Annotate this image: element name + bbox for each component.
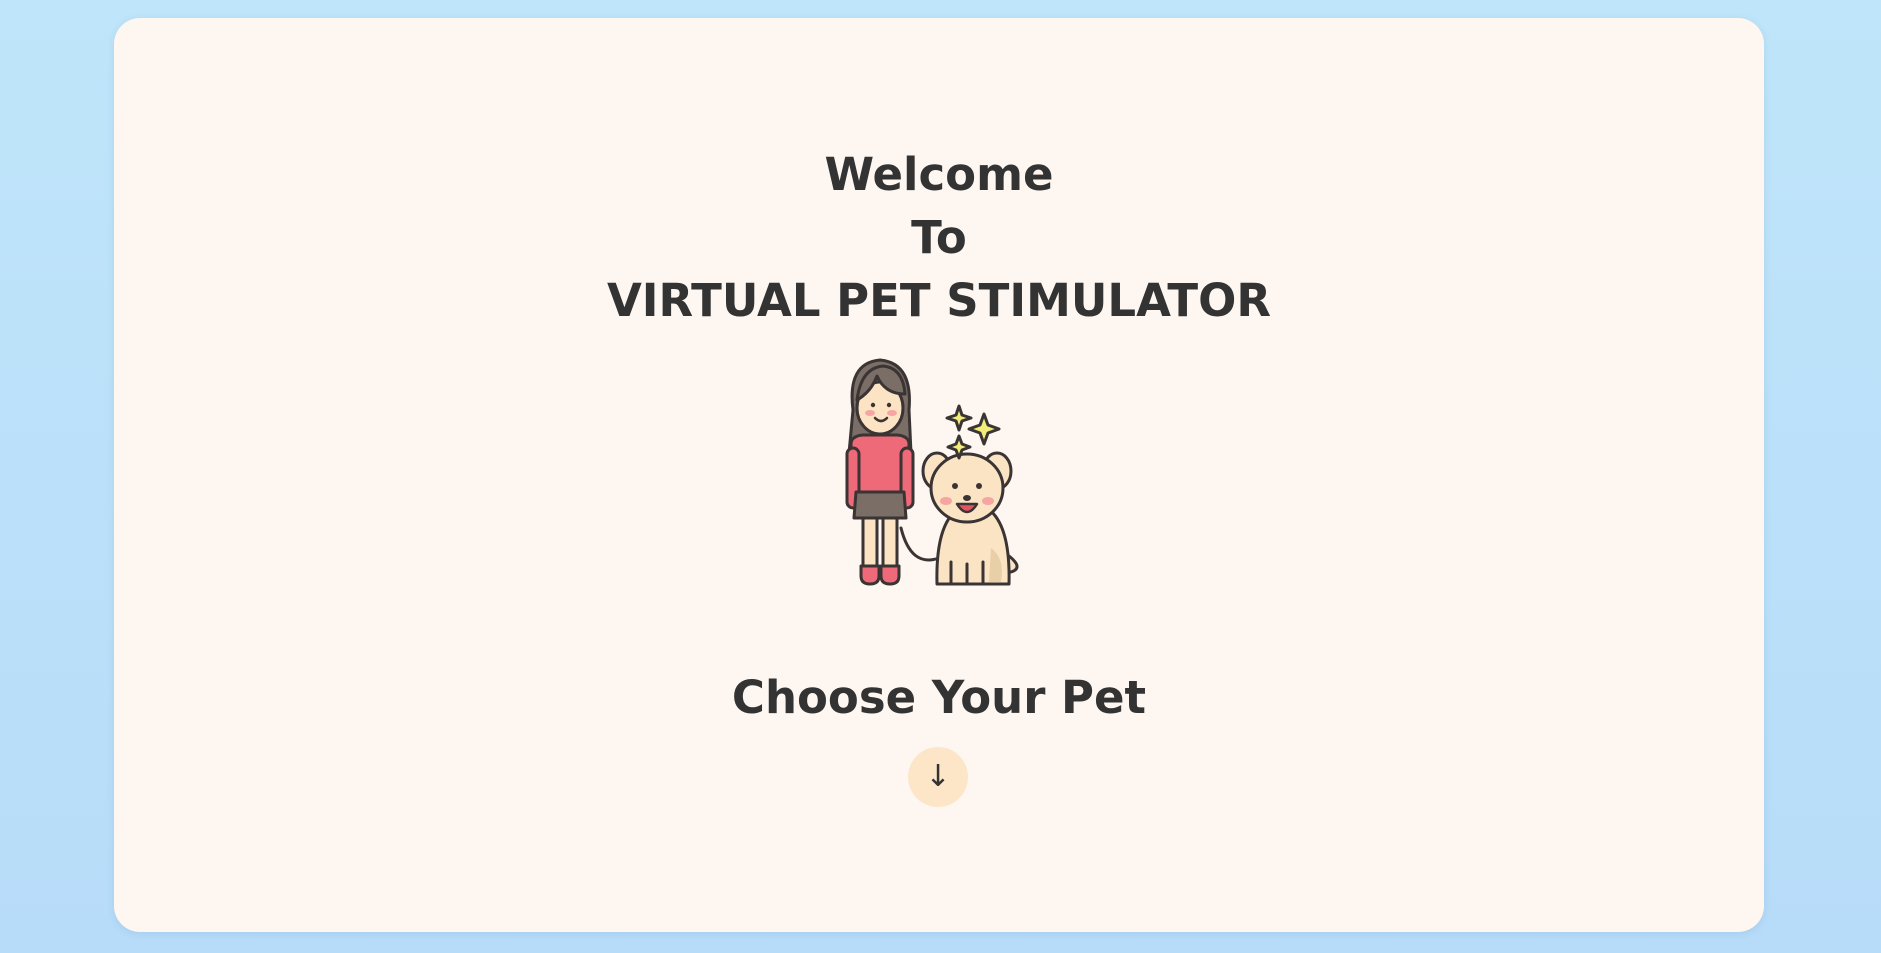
scroll-down-button[interactable]: ↓ <box>908 747 968 807</box>
arrow-down-icon: ↓ <box>925 759 951 794</box>
app-name: VIRTUAL PET STIMULATOR <box>606 274 1272 327</box>
choose-pet-heading: Choose Your Pet <box>731 671 1147 724</box>
girl-with-dog-icon <box>839 358 1039 598</box>
welcome-card: Welcome To VIRTUAL PET STIMULATOR Choose… <box>114 18 1764 932</box>
to-line: To <box>911 211 967 264</box>
welcome-title: Welcome To VIRTUAL PET STIMULATOR <box>114 143 1764 332</box>
welcome-line: Welcome <box>824 148 1054 201</box>
